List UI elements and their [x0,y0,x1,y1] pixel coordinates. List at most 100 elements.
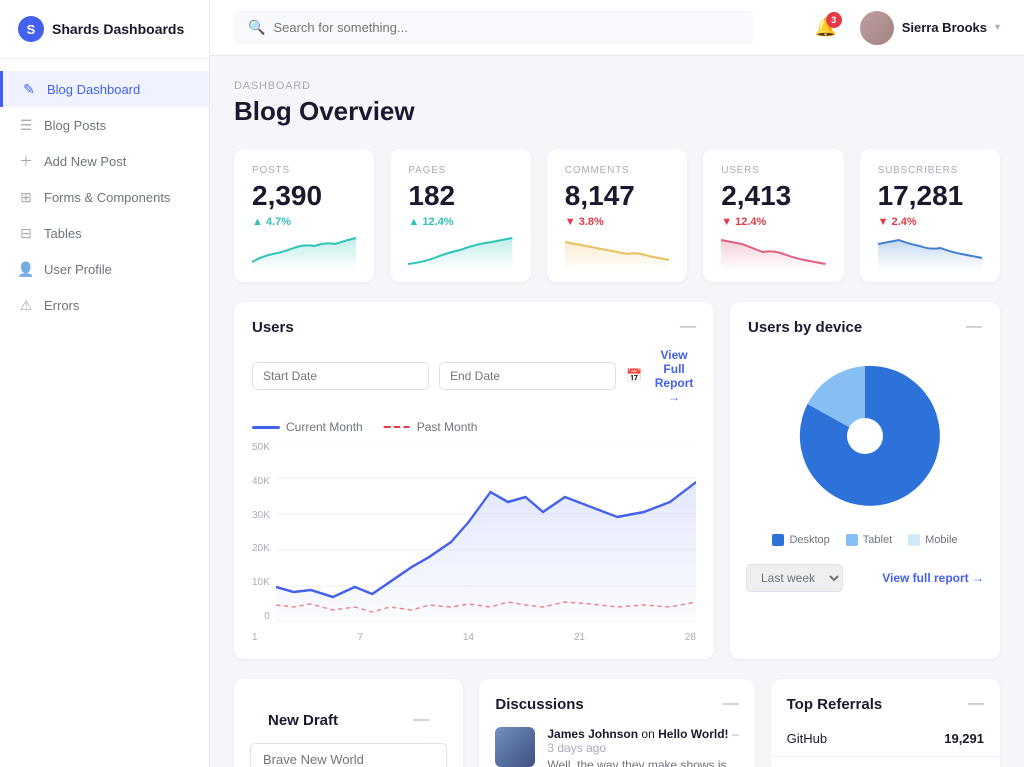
page-title: Blog Overview [234,96,1000,127]
device-chart-menu[interactable]: — [966,318,982,336]
stat-card-comments: COMMENTS 8,147 ▼ 3.8% [547,149,687,282]
stat-sparkline-posts [252,234,356,270]
x-label-14: 14 [463,632,474,643]
logo-text: Shards Dashboards [52,21,184,37]
search-box[interactable]: 🔍 [234,11,754,44]
stat-label: COMMENTS [565,165,669,176]
referrals-card: Top Referrals — GitHub 19,291 Stack Over… [771,679,1000,767]
discussion-meta-0: James Johnson on Hello World! – 3 days a… [547,727,738,755]
y-label-40k: 40K [252,476,270,487]
stat-change: ▲ 4.7% [252,216,356,228]
sidebar-item-label: Add New Post [44,154,126,169]
stat-value: 17,281 [878,180,982,212]
sidebar-item-label: Tables [44,226,82,241]
topbar: 🔍 🔔 3 Sierra Brooks ▾ [210,0,1024,56]
tablet-dot [846,534,858,546]
draft-card-title: New Draft [268,712,338,729]
view-report-button[interactable]: View Full Report → [652,348,696,404]
sidebar-item-label: Forms & Components [44,190,170,205]
stat-label: PAGES [408,165,512,176]
stat-value: 2,413 [721,180,825,212]
charts-row: Users — 📅 View Full Report → Current Mon… [234,302,1000,659]
referral-count-0: 19,291 [944,731,984,746]
device-chart-card: Users by device — [730,302,1000,659]
main-area: 🔍 🔔 3 Sierra Brooks ▾ DASHBOARD Blog Ove… [210,0,1024,767]
draft-card-header: New Draft — [250,695,447,729]
discussion-time-0: – [732,727,739,741]
y-label-0: 0 [252,611,270,622]
breadcrumb: DASHBOARD [234,80,1000,92]
referral-item-1: Stack Overflow 11,201 [771,757,1000,767]
discussion-avatar-0 [495,727,535,767]
x-label-1: 1 [252,632,258,643]
users-chart-menu[interactable]: — [680,318,696,336]
pie-chart-area [730,336,1000,526]
pencil-icon: ✎ [21,81,37,97]
stat-value: 182 [408,180,512,212]
draft-card-menu[interactable]: — [413,711,429,729]
referral-name-0: GitHub [787,731,827,746]
user-menu[interactable]: Sierra Brooks ▾ [860,11,1000,45]
users-chart-title: Users [252,319,294,336]
users-chart-header: Users — [234,302,714,336]
stat-sparkline-users [721,234,825,270]
new-draft-card: New Draft — [234,679,463,767]
topbar-right: 🔔 3 Sierra Brooks ▾ [808,10,1000,46]
y-label-50k: 50K [252,442,270,453]
stat-label: SUBSCRIBERS [878,165,982,176]
device-chart-header: Users by device — [730,302,1000,336]
discussions-menu[interactable]: — [723,695,739,713]
y-label-20k: 20K [252,543,270,554]
table-icon: ⊟ [18,225,34,241]
line-chart-svg [276,442,696,622]
notifications-button[interactable]: 🔔 3 [808,10,844,46]
discussion-on-0: on [641,727,658,741]
stat-change: ▼ 3.8% [565,216,669,228]
stat-label: POSTS [252,165,356,176]
mobile-label: Mobile [925,534,957,546]
content-area: DASHBOARD Blog Overview POSTS 2,390 ▲ 4.… [210,56,1024,767]
discussion-content-0: James Johnson on Hello World! – 3 days a… [547,727,738,767]
sidebar-item-label: Blog Dashboard [47,82,140,97]
calendar-icon[interactable]: 📅 [626,368,642,384]
referrals-menu[interactable]: — [968,695,984,713]
mobile-dot [908,534,920,546]
sidebar-item-forms-components[interactable]: ⊞ Forms & Components [0,179,209,215]
discussion-time-val-0: 3 days ago [547,741,606,755]
end-date-input[interactable] [439,362,616,390]
sidebar-item-add-new-post[interactable]: ＋ Add New Post [0,143,209,179]
referrals-title: Top Referrals [787,696,883,713]
stat-value: 2,390 [252,180,356,212]
discussion-author-0: James Johnson [547,727,638,741]
view-full-report-link[interactable]: View full report → [882,571,984,585]
discussion-post-0: Hello World! [658,727,728,741]
sidebar-item-tables[interactable]: ⊟ Tables [0,215,209,251]
y-label-10k: 10K [252,577,270,588]
time-period-select[interactable]: Last week [746,564,843,592]
avatar [860,11,894,45]
stat-change: ▲ 12.4% [408,216,512,228]
draft-title-input[interactable] [250,743,447,767]
start-date-input[interactable] [252,362,429,390]
sidebar-item-blog-posts[interactable]: ☰ Blog Posts [0,107,209,143]
grid-icon: ⊞ [18,189,34,205]
search-input[interactable] [273,20,740,35]
x-label-28: 28 [685,632,696,643]
desktop-label: Desktop [789,534,829,546]
sidebar: S Shards Dashboards ✎ Blog Dashboard ☰ B… [0,0,210,767]
stat-sparkline-pages [408,234,512,270]
discussions-header: Discussions — [479,679,754,713]
device-chart-title: Users by device [748,319,862,336]
sidebar-item-user-profile[interactable]: 👤 User Profile [0,251,209,287]
legend-desktop: Desktop [772,534,829,546]
user-icon: 👤 [18,261,34,277]
discussion-text-0: Well, the way they make shows is, they m… [547,758,738,767]
sidebar-item-errors[interactable]: ⚠ Errors [0,287,209,323]
stat-label: USERS [721,165,825,176]
legend-tablet: Tablet [846,534,892,546]
stats-row: POSTS 2,390 ▲ 4.7% PAGES 182 ▲ 12.4% [234,149,1000,282]
stat-sparkline-comments [565,234,669,270]
chart-x-labels: 1 7 14 21 28 [234,630,714,643]
sidebar-item-blog-dashboard[interactable]: ✎ Blog Dashboard [0,71,209,107]
sidebar-item-label: Blog Posts [44,118,106,133]
